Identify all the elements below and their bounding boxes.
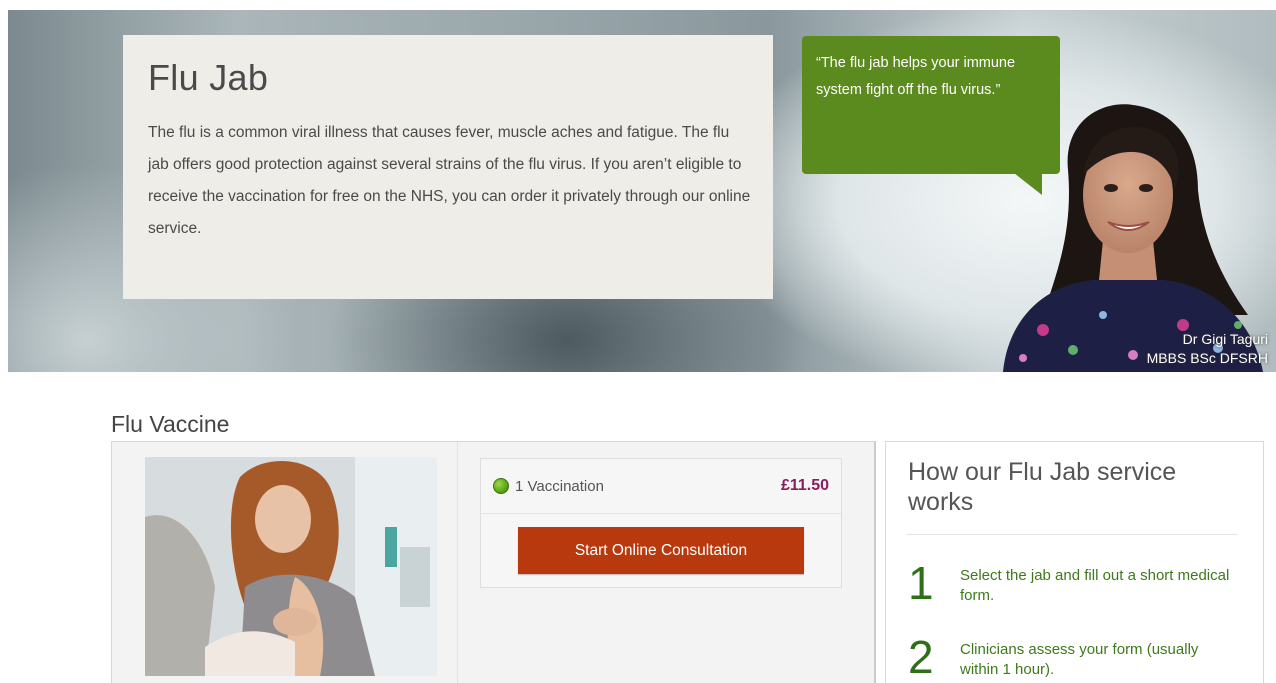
step-1: 1 Select the jab and fill out a short me…	[908, 560, 1230, 606]
section-title: Flu Vaccine	[111, 411, 230, 437]
step-2: 2 Clinicians assess your form (usually w…	[908, 634, 1230, 680]
vaccination-options: 1 Vaccination £11.50 Start Online Consul…	[480, 458, 842, 588]
vaccination-photo	[145, 457, 437, 676]
how-it-works-title: How our Flu Jab service works	[908, 458, 1177, 516]
option-row-1-vaccination[interactable]: 1 Vaccination £11.50	[481, 459, 841, 514]
step-number: 2	[908, 631, 934, 683]
divider	[906, 534, 1238, 535]
doctor-credentials: MBBS BSc DFSRH	[1146, 350, 1268, 366]
step-number: 1	[908, 557, 934, 609]
product-panel: 1 Vaccination £11.50 Start Online Consul…	[111, 441, 876, 683]
panel-divider	[457, 442, 458, 683]
doctor-caption: Dr Gigi Taguri MBBS BSc DFSRH	[1147, 330, 1268, 368]
doctor-quote: “The flu jab helps your immune system fi…	[816, 55, 1016, 98]
radio-selected-icon[interactable]	[493, 478, 509, 494]
option-label: 1 Vaccination	[515, 477, 604, 495]
start-consultation-button[interactable]: Start Online Consultation	[518, 527, 804, 574]
hero-banner: Flu Jab The flu is a common viral illnes…	[8, 10, 1276, 372]
page-title: Flu Jab	[148, 57, 269, 98]
step-text: Clinicians assess your form (usually wit…	[960, 641, 1199, 678]
hero-text-box: Flu Jab The flu is a common viral illnes…	[123, 35, 773, 299]
step-text: Select the jab and fill out a short medi…	[960, 567, 1230, 604]
hero-description: The flu is a common viral illness that c…	[148, 124, 751, 237]
doctor-name: Dr Gigi Taguri	[1182, 331, 1268, 347]
option-price: £11.50	[780, 477, 829, 494]
how-it-works-panel: How our Flu Jab service works 1 Select t…	[885, 441, 1264, 683]
